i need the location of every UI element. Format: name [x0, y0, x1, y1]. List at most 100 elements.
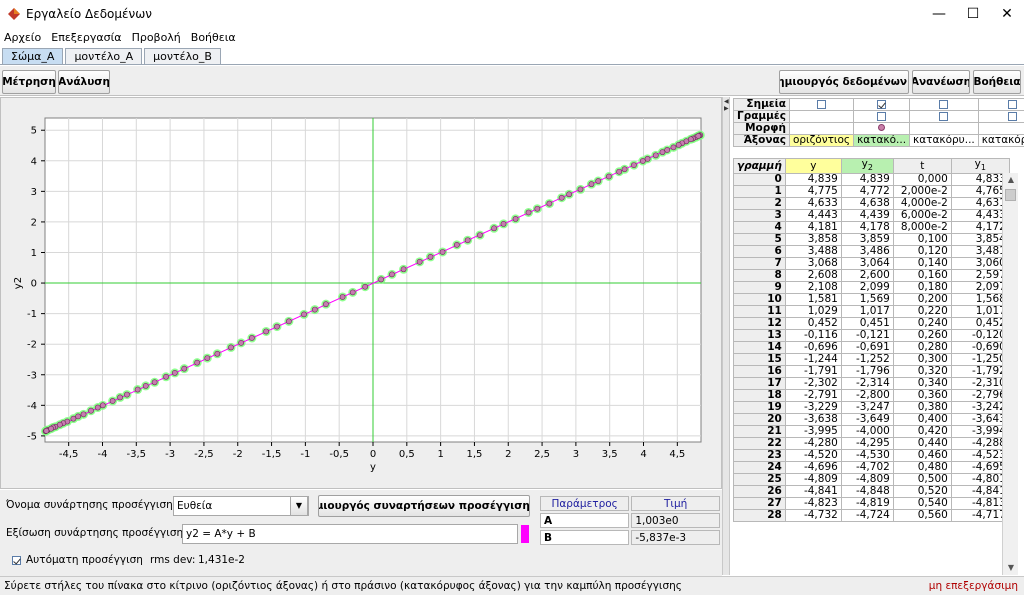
table-row[interactable]: 11 1,029 1,017 0,220 1,017	[733, 305, 1010, 319]
table-cell[interactable]: 3,488	[784, 245, 842, 259]
table-cell[interactable]: -4,288	[950, 437, 1010, 451]
table-row[interactable]: 2 4,633 4,638 4,000e-2 4,631	[733, 197, 1010, 211]
data-point[interactable]	[88, 407, 94, 414]
data-point[interactable]	[695, 133, 702, 139]
table-row[interactable]: 25 -4,809 -4,809 0,500 -4,801	[733, 473, 1010, 487]
maximize-button[interactable]: ☐	[956, 0, 990, 28]
data-point[interactable]	[94, 404, 101, 411]
data-point[interactable]	[687, 136, 694, 143]
data-point[interactable]	[439, 249, 446, 255]
lines-checkbox-y2[interactable]	[853, 110, 911, 123]
table-cell[interactable]: 0,480	[892, 461, 952, 475]
table-cell[interactable]: 0,000	[892, 173, 952, 187]
data-point[interactable]	[163, 373, 169, 380]
table-cell[interactable]: -2,302	[784, 377, 842, 391]
create-fit-functions-button[interactable]: Δημιουργός συναρτήσεων προσέγγισης...	[318, 495, 530, 517]
table-row[interactable]: 28 -4,732 -4,724 0,560 -4,717	[733, 509, 1010, 523]
data-point[interactable]	[80, 411, 87, 418]
table-cell[interactable]: -2,310	[950, 377, 1010, 391]
table-cell[interactable]: 4,433	[950, 209, 1010, 223]
table-cell[interactable]: -4,809	[784, 473, 842, 487]
checkbox-icon[interactable]	[1008, 111, 1018, 121]
table-cell[interactable]: 3,854	[950, 233, 1010, 247]
scroll-down-icon[interactable]: ▼	[1003, 561, 1019, 575]
table-cell[interactable]: -3,995	[784, 425, 842, 439]
analysis-button[interactable]: Ανάλυση	[58, 70, 110, 94]
table-cell[interactable]: -3,994	[950, 425, 1010, 439]
table-row[interactable]: 10 1,581 1,569 0,200 1,568	[733, 293, 1010, 307]
axis-cell-y2[interactable]: κατακό...	[853, 134, 911, 147]
measure-button[interactable]: Μέτρηση	[2, 70, 56, 94]
table-row[interactable]: B -5,837e-3	[540, 530, 720, 545]
point-style-icon[interactable]	[878, 124, 886, 131]
table-cell[interactable]: 0,460	[892, 449, 952, 463]
data-point[interactable]	[588, 181, 595, 188]
table-cell[interactable]: 0,100	[892, 233, 952, 247]
data-point[interactable]	[263, 328, 270, 335]
table-cell[interactable]: 3,064	[840, 257, 894, 271]
data-point[interactable]	[151, 379, 158, 386]
table-cell[interactable]: -0,121	[840, 329, 894, 343]
axis-cell-t[interactable]: κατακόρυ...	[909, 134, 979, 147]
data-point[interactable]	[378, 276, 385, 283]
data-point[interactable]	[400, 266, 407, 273]
data-point[interactable]	[605, 173, 612, 180]
auto-fit-checkbox[interactable]	[12, 556, 21, 565]
collapse-left-icon[interactable]: ◀	[724, 98, 729, 105]
data-point[interactable]	[416, 258, 423, 265]
table-cell[interactable]: 0,452	[784, 317, 842, 331]
table-cell[interactable]: 0,320	[892, 365, 952, 379]
table-cell[interactable]: 6,000e-2	[892, 209, 952, 223]
table-cell[interactable]: 4,439	[840, 209, 894, 223]
table-row[interactable]: 15 -1,244 -1,252 0,300 -1,250	[733, 353, 1010, 367]
table-cell[interactable]: 0,440	[892, 437, 952, 451]
table-row[interactable]: 27 -4,823 -4,819 0,540 -4,813	[733, 497, 1010, 511]
data-point[interactable]	[659, 149, 666, 156]
data-point[interactable]	[500, 221, 507, 227]
table-cell[interactable]: -1,250	[950, 353, 1010, 367]
table-row[interactable]: 0 4,839 4,839 0,000 4,833	[733, 173, 1010, 187]
data-point[interactable]	[453, 241, 460, 248]
checkbox-checked-icon[interactable]	[877, 99, 887, 109]
data-point[interactable]	[117, 394, 123, 401]
data-point[interactable]	[56, 421, 63, 428]
table-cell[interactable]: 4,181	[784, 221, 842, 235]
table-cell[interactable]: -0,120	[950, 329, 1010, 343]
column-header-t[interactable]: t	[892, 157, 952, 175]
table-cell[interactable]: -4,000	[840, 425, 894, 439]
points-checkbox-y1[interactable]	[977, 98, 1024, 111]
table-cell[interactable]: 2,099	[840, 281, 894, 295]
auto-fit-label[interactable]: Αυτόματη προσέγγιση	[26, 554, 143, 566]
lines-checkbox-y[interactable]	[788, 110, 855, 123]
table-cell[interactable]: -2,800	[840, 389, 894, 403]
table-cell[interactable]: 2,000e-2	[892, 185, 952, 199]
table-row[interactable]: 17 -2,302 -2,314 0,340 -2,310	[733, 377, 1010, 391]
table-cell[interactable]: -4,695	[950, 461, 1010, 475]
create-data-button[interactable]: Δημιουργός δεδομένων...	[779, 70, 909, 94]
data-point[interactable]	[99, 402, 106, 409]
table-row[interactable]: 19 -3,229 -3,247 0,380 -3,242	[733, 401, 1010, 415]
checkbox-icon[interactable]	[939, 111, 949, 121]
table-cell[interactable]: -3,247	[840, 401, 894, 415]
table-cell[interactable]: 0,300	[892, 353, 952, 367]
table-row[interactable]: 4 4,181 4,178 8,000e-2 4,172	[733, 221, 1010, 235]
data-point[interactable]	[670, 144, 677, 151]
table-cell[interactable]: 0,280	[892, 341, 952, 355]
table-row[interactable]: 14 -0,696 -0,691 0,280 -0,690	[733, 341, 1010, 355]
table-cell[interactable]: -4,813	[950, 497, 1010, 511]
data-point[interactable]	[577, 186, 584, 193]
close-button[interactable]: ✕	[990, 0, 1024, 28]
data-point[interactable]	[477, 232, 483, 238]
data-point[interactable]	[639, 158, 646, 164]
table-cell[interactable]: 4,765	[950, 185, 1010, 199]
table-cell[interactable]: 0,520	[892, 485, 952, 499]
data-point[interactable]	[194, 359, 201, 366]
data-point[interactable]	[214, 350, 221, 357]
table-cell[interactable]: -2,791	[784, 389, 842, 403]
data-point[interactable]	[311, 306, 318, 313]
lines-checkbox-t[interactable]	[909, 110, 979, 123]
table-cell[interactable]: 0,160	[892, 269, 952, 283]
style-cell-y2[interactable]	[853, 122, 911, 135]
data-point[interactable]	[228, 344, 234, 351]
collapse-right-icon[interactable]: ▶	[724, 105, 729, 112]
